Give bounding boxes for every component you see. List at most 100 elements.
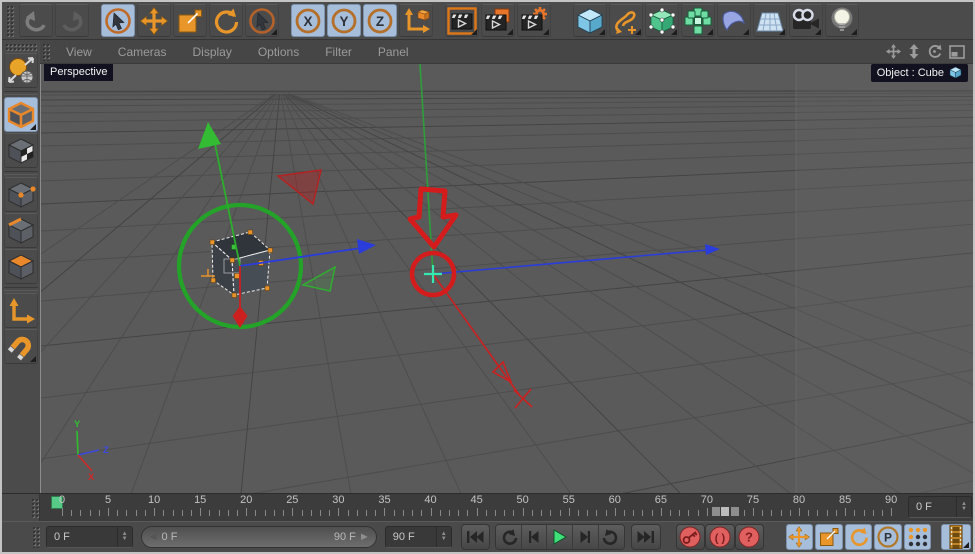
add-floor-button[interactable] [753, 4, 787, 37]
frame-field[interactable]: 0 F ▲ ▼ [908, 496, 972, 518]
menu-display[interactable]: Display [179, 45, 244, 59]
end-frame-stepper[interactable]: ▲ ▼ [435, 527, 451, 547]
ruler-tick [504, 510, 506, 516]
previous-frame-icon [529, 531, 539, 543]
range-left-arrow-icon[interactable]: ◄ [148, 531, 159, 543]
rotate-gizmo[interactable] [176, 122, 376, 330]
previous-frame-button[interactable] [521, 525, 548, 549]
toolbar-grip[interactable] [6, 4, 15, 37]
move-tool-button[interactable] [137, 4, 171, 37]
key-scale-toggle[interactable] [815, 524, 843, 550]
selection-flyout-button[interactable] [245, 4, 279, 37]
edge-mode-button[interactable] [4, 213, 38, 248]
menu-filter[interactable]: Filter [312, 45, 365, 59]
key-position-toggle[interactable] [785, 524, 814, 550]
cube-object[interactable] [201, 229, 273, 298]
ruler-tick [872, 510, 874, 516]
ruler-tick [752, 508, 754, 516]
snap-button[interactable] [4, 329, 38, 364]
rotate-tool-button[interactable] [209, 4, 243, 37]
add-light-button[interactable] [825, 4, 859, 37]
autokey-icon: ( ) [709, 526, 731, 548]
frame-field-stepper[interactable]: ▲ ▼ [956, 497, 971, 517]
view-label[interactable]: Perspective [44, 64, 114, 81]
transport-left-stub [2, 522, 40, 552]
toggle-view-layout-icon[interactable] [949, 44, 965, 59]
texture-mode-button[interactable] [4, 133, 38, 168]
ruler-tick [338, 508, 340, 516]
autokey-objects-button[interactable]: ( ) [705, 524, 735, 550]
ruler-grip[interactable] [31, 497, 39, 518]
render-picture-viewer-button[interactable] [481, 4, 515, 37]
ruler-frame-label: 55 [562, 494, 575, 506]
axis-mode-button[interactable] [4, 293, 38, 328]
menu-cameras[interactable]: Cameras [105, 45, 180, 59]
keyframe-selection-button[interactable] [941, 524, 971, 550]
goto-start-button[interactable] [460, 524, 491, 550]
cinema4d-window: X Y Z View Cameras Display Options Filte… [0, 0, 975, 554]
rotate-view-icon[interactable] [927, 44, 942, 59]
key-pla-toggle[interactable] [903, 524, 932, 550]
add-spline-button[interactable] [609, 4, 643, 37]
frame-field-value: 0 F [916, 501, 932, 513]
ruler-tick [513, 510, 515, 516]
timeline-ruler[interactable]: 0 F ▲ ▼ 0 5 10 15 20 25 30 35 40 45 50 55 60 65 70 75 80 8… [40, 494, 973, 521]
live-selection-button[interactable] [101, 4, 135, 37]
ruler-frame-label: 25 [286, 494, 299, 506]
ruler-frame-label: 50 [516, 494, 529, 506]
render-settings-button[interactable] [517, 4, 551, 37]
render-view-button[interactable] [445, 4, 479, 37]
make-editable-button[interactable] [4, 53, 38, 88]
y-axis-handle[interactable] [198, 122, 221, 149]
lock-z-axis-button[interactable]: Z [363, 4, 397, 37]
play-forwards-button[interactable] [598, 525, 625, 549]
coordinate-system-button[interactable] [399, 4, 433, 37]
preview-range-slider[interactable]: ◄ 0 F 90 F ► [140, 526, 377, 548]
transport-grip[interactable] [32, 526, 40, 548]
menubar-grip[interactable] [42, 42, 51, 61]
y-axis-icon: Y [331, 8, 357, 33]
undo-button[interactable] [19, 4, 53, 37]
record-keyframe-button[interactable] [675, 524, 706, 550]
next-frame-button[interactable] [572, 525, 599, 549]
menu-panel[interactable]: Panel [365, 45, 422, 59]
top-toolbar: X Y Z [2, 2, 973, 40]
play-button[interactable] [547, 525, 573, 549]
model-mode-icon [7, 101, 35, 128]
ruler-tick [780, 510, 782, 516]
model-mode-button[interactable] [4, 97, 38, 132]
current-frame-field[interactable]: 0 F ▲ ▼ [46, 526, 133, 548]
range-right-arrow-icon[interactable]: ► [359, 531, 370, 543]
key-parameter-toggle[interactable]: P [874, 524, 902, 550]
ruler-frame-label: 65 [654, 494, 667, 506]
ruler-frame-label: 15 [194, 494, 207, 506]
add-cube-button[interactable] [573, 4, 607, 37]
point-mode-button[interactable] [4, 177, 38, 212]
add-subdivision-surface-button[interactable] [645, 4, 679, 37]
keying-help-button[interactable]: ? [734, 524, 765, 550]
z-axis-handle[interactable] [357, 239, 376, 254]
goto-end-button[interactable] [631, 524, 661, 550]
scale-tool-button[interactable] [173, 4, 207, 37]
lock-y-axis-button[interactable]: Y [327, 4, 361, 37]
zoom-view-icon[interactable] [908, 44, 920, 59]
ruler-frame-label: 45 [470, 494, 483, 506]
add-deformer-button[interactable] [717, 4, 751, 37]
sidebar-grip[interactable] [5, 43, 37, 51]
ruler-tick [135, 510, 137, 516]
play-backwards-button[interactable] [496, 525, 522, 549]
redo-button[interactable] [55, 4, 89, 37]
key-rotation-toggle[interactable] [844, 524, 873, 550]
add-camera-button[interactable] [789, 4, 823, 37]
pan-view-icon[interactable] [886, 44, 901, 59]
menu-options[interactable]: Options [245, 45, 312, 59]
ruler-frame-label: 10 [148, 494, 161, 506]
add-array-button[interactable] [681, 4, 715, 37]
perspective-viewport[interactable]: Y Z X Perspective Object : Cube [40, 64, 973, 493]
polygon-mode-button[interactable] [4, 249, 38, 284]
current-frame-stepper[interactable]: ▲ ▼ [116, 527, 132, 547]
object-badge[interactable]: Object : Cube [870, 64, 968, 82]
lock-x-axis-button[interactable]: X [291, 4, 325, 37]
end-frame-field[interactable]: 90 F ▲ ▼ [384, 526, 452, 548]
menu-view[interactable]: View [53, 45, 105, 59]
